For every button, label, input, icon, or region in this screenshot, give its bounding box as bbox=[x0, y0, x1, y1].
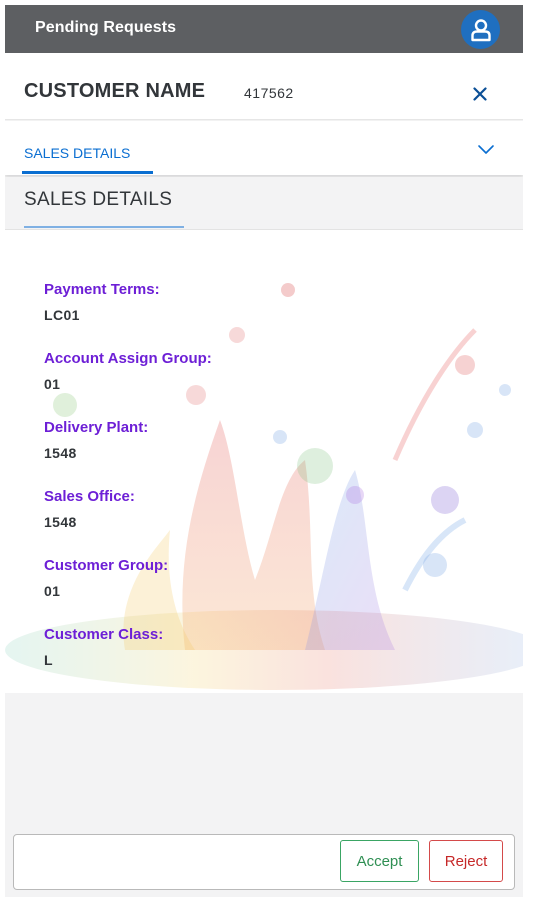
account-assign-group-label: Account Assign Group: bbox=[44, 350, 212, 367]
section-underline bbox=[24, 226, 184, 228]
app-frame: Pending Requests CUSTOMER NAME 417562 SA… bbox=[5, 5, 523, 897]
user-avatar-button[interactable] bbox=[461, 10, 500, 49]
object-header: CUSTOMER NAME 417562 bbox=[5, 53, 523, 120]
accept-button[interactable]: Accept bbox=[340, 840, 419, 882]
sales-details-fields: Payment Terms: LC01 Account Assign Group… bbox=[44, 279, 344, 693]
user-icon bbox=[470, 18, 491, 41]
shell-header: Pending Requests bbox=[5, 5, 523, 53]
section-header: SALES DETAILS bbox=[5, 177, 523, 230]
close-button[interactable] bbox=[469, 83, 491, 105]
customer-class-label: Customer Class: bbox=[44, 626, 164, 643]
tab-sales-details[interactable]: SALES DETAILS bbox=[24, 145, 130, 161]
sales-details-panel: Payment Terms: LC01 Account Assign Group… bbox=[5, 230, 523, 693]
delivery-plant-value: 1548 bbox=[44, 445, 77, 461]
payment-terms-label: Payment Terms: bbox=[44, 281, 160, 298]
tab-bar: SALES DETAILS bbox=[5, 121, 523, 175]
customer-group-value: 01 bbox=[44, 583, 61, 599]
customer-group-label: Customer Group: bbox=[44, 557, 169, 574]
customer-class-value: L bbox=[44, 652, 53, 668]
payment-terms-value: LC01 bbox=[44, 307, 80, 323]
customer-id: 417562 bbox=[244, 85, 294, 101]
chevron-down-icon[interactable] bbox=[476, 143, 496, 157]
reject-button[interactable]: Reject bbox=[429, 840, 503, 882]
sales-office-label: Sales Office: bbox=[44, 488, 135, 505]
page-margin bbox=[523, 0, 538, 900]
section-title: SALES DETAILS bbox=[24, 189, 173, 210]
app-title: Pending Requests bbox=[35, 19, 177, 36]
footer-toolbar: Accept Reject bbox=[13, 834, 515, 890]
customer-name: CUSTOMER NAME bbox=[24, 80, 206, 102]
sales-office-value: 1548 bbox=[44, 514, 77, 530]
delivery-plant-label: Delivery Plant: bbox=[44, 419, 149, 436]
account-assign-group-value: 01 bbox=[44, 376, 61, 392]
tab-selected-indicator bbox=[22, 171, 153, 174]
close-icon bbox=[473, 87, 487, 101]
